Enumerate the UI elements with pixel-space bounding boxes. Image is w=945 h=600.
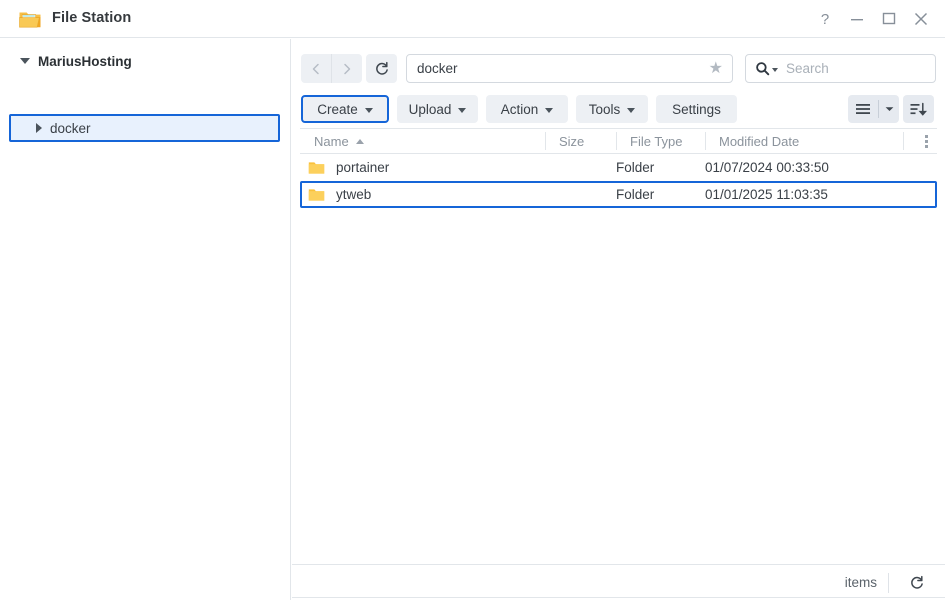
divider	[705, 132, 706, 150]
upload-button[interactable]: Upload	[397, 95, 478, 123]
chevron-down-icon	[20, 58, 30, 64]
status-bar: items	[292, 564, 945, 600]
folder-icon	[308, 188, 325, 202]
sort-ascending-icon	[355, 138, 364, 144]
column-header-file-type-label: File Type	[630, 133, 683, 149]
sidebar-root-label: MariusHosting	[38, 53, 132, 69]
settings-button[interactable]: Settings	[656, 95, 737, 123]
page-title: File Station	[52, 10, 132, 26]
help-icon[interactable]: ?	[812, 8, 838, 30]
column-header-modified-date[interactable]: Modified Date	[705, 129, 903, 153]
tools-button[interactable]: Tools	[576, 95, 648, 123]
view-mode-group	[848, 95, 899, 123]
search-icon[interactable]	[755, 61, 778, 76]
table-header: Name Size File Type Modified Date	[300, 128, 937, 154]
divider	[616, 132, 617, 150]
chevron-down-icon	[458, 107, 467, 113]
row-size-cell	[545, 156, 616, 179]
nav-history-group	[301, 54, 362, 83]
table-row[interactable]: portainer Folder 01/07/2024 00:33:50	[300, 154, 937, 181]
file-station-window: File Station ? MariusHosting docker dock…	[0, 0, 945, 600]
chevron-down-icon	[364, 107, 373, 113]
path-value: docker	[417, 61, 458, 76]
chevron-down-icon	[627, 107, 636, 113]
row-name-cell: portainer	[302, 156, 547, 179]
column-header-size[interactable]: Size	[545, 129, 616, 153]
create-button-label: Create	[317, 101, 358, 117]
folder-icon	[308, 161, 325, 175]
sidebar-item-docker[interactable]: docker	[9, 114, 280, 142]
forward-button[interactable]	[331, 54, 362, 83]
maximize-icon[interactable]	[876, 8, 902, 30]
close-icon[interactable]	[908, 8, 934, 30]
column-header-modified-date-label: Modified Date	[719, 133, 800, 149]
table-row[interactable]: ytweb Folder 01/01/2025 11:03:35	[300, 181, 937, 208]
minimize-icon[interactable]	[844, 8, 870, 30]
action-button-label: Action	[500, 101, 539, 117]
title-bar: File Station ?	[0, 0, 945, 38]
column-header-file-type[interactable]: File Type	[616, 129, 705, 153]
upload-button-label: Upload	[408, 101, 452, 117]
sidebar-item-label: docker	[50, 120, 91, 136]
file-list: portainer Folder 01/07/2024 00:33:50 ytw…	[300, 154, 937, 208]
row-name-label: ytweb	[336, 187, 372, 202]
sidebar: MariusHosting docker	[0, 39, 291, 600]
svg-text:?: ?	[821, 11, 829, 28]
row-name-cell: ytweb	[302, 183, 547, 206]
path-input[interactable]: docker ★	[406, 54, 733, 83]
divider	[292, 597, 945, 598]
folder-icon	[18, 7, 42, 31]
action-button[interactable]: Action	[486, 95, 568, 123]
column-options-button[interactable]	[903, 129, 937, 153]
search-input[interactable]: Search	[745, 54, 936, 83]
chevron-down-icon	[772, 67, 778, 72]
main-panel: docker ★ Search Create Upload Action Too…	[292, 39, 945, 600]
row-file-type-cell: Folder	[616, 160, 655, 175]
search-placeholder: Search	[786, 61, 829, 76]
tools-button-label: Tools	[588, 101, 621, 117]
row-file-type-cell: Folder	[616, 187, 655, 202]
divider	[545, 132, 546, 150]
column-header-name-label: Name	[314, 133, 349, 149]
create-button[interactable]: Create	[301, 95, 389, 123]
list-view-icon[interactable]	[848, 95, 878, 123]
chevron-down-icon	[545, 107, 554, 113]
settings-button-label: Settings	[672, 101, 721, 117]
navigation-bar: docker ★ Search	[292, 39, 945, 91]
divider	[888, 573, 889, 593]
kebab-menu-icon	[924, 134, 928, 148]
toolbar: Create Upload Action Tools Settings	[292, 91, 945, 128]
sort-button[interactable]	[903, 95, 934, 123]
chevron-down-icon[interactable]	[879, 95, 899, 123]
column-header-name[interactable]: Name	[300, 129, 545, 153]
sidebar-root-mariushosting[interactable]: MariusHosting	[20, 52, 132, 70]
row-modified-date-cell: 01/01/2025 11:03:35	[705, 187, 828, 202]
row-modified-date-cell: 01/07/2024 00:33:50	[705, 160, 829, 175]
status-refresh-button[interactable]	[907, 573, 927, 593]
star-icon[interactable]: ★	[709, 60, 723, 77]
column-header-size-label: Size	[559, 133, 585, 149]
chevron-right-icon[interactable]	[36, 123, 42, 133]
divider	[903, 132, 904, 150]
refresh-button[interactable]	[366, 54, 397, 83]
back-button[interactable]	[301, 54, 331, 83]
row-size-cell	[545, 183, 616, 206]
status-item-count: items	[844, 575, 877, 590]
row-name-label: portainer	[336, 160, 390, 175]
